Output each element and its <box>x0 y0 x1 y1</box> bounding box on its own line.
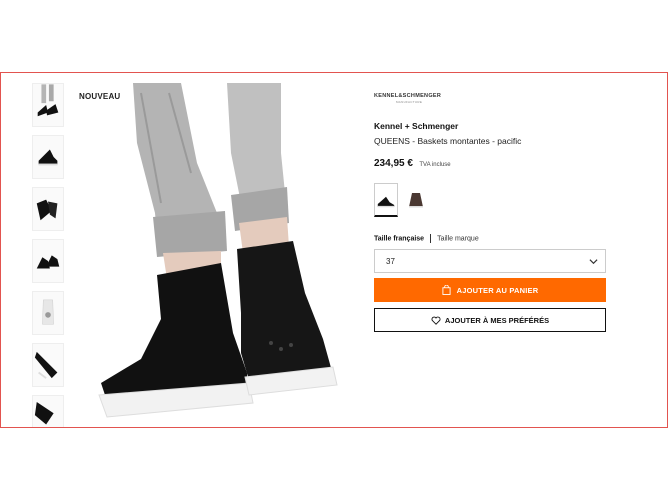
tab-taille-marque[interactable]: Taille marque <box>437 235 479 242</box>
product-title: QUEENS - Baskets montantes - pacific <box>374 136 522 146</box>
thumbnail-5[interactable] <box>32 291 64 335</box>
product-price: 234,95 € <box>374 158 413 169</box>
brand-name[interactable]: Kennel + Schmenger <box>374 121 458 131</box>
thumbnail-4[interactable] <box>32 239 64 283</box>
size-select[interactable]: 37 <box>374 249 606 273</box>
shopping-bag-icon <box>442 285 451 295</box>
product-main-image[interactable]: NOUVEAU <box>71 83 341 427</box>
color-swatch-black[interactable] <box>374 183 398 217</box>
tax-note: TVA incluse <box>419 162 451 168</box>
thumbnail-6[interactable] <box>32 343 64 387</box>
chevron-down-icon <box>589 259 598 265</box>
heart-icon <box>431 316 441 325</box>
add-to-cart-button[interactable]: AJOUTER AU PANIER <box>374 278 606 302</box>
add-to-cart-label: AJOUTER AU PANIER <box>456 285 539 295</box>
add-to-favorites-label: AJOUTER À MES PRÉFÉRÉS <box>444 315 550 325</box>
thumbnail-1[interactable] <box>32 83 64 127</box>
color-swatches <box>374 183 428 217</box>
new-badge: NOUVEAU <box>73 89 127 104</box>
add-to-favorites-button[interactable]: AJOUTER À MES PRÉFÉRÉS <box>374 308 606 332</box>
thumbnail-list <box>32 83 64 427</box>
thumbnail-3[interactable] <box>32 187 64 231</box>
brand-logo-subtext: MANUFACTURE <box>396 100 423 104</box>
color-swatch-brown[interactable] <box>404 183 428 217</box>
brand-logo-text: KENNEL&SCHMENGER <box>374 93 442 99</box>
tab-taille-francaise[interactable]: Taille française <box>374 235 424 242</box>
thumbnail-7[interactable] <box>32 395 64 427</box>
brand-logo[interactable]: KENNEL&SCHMENGER MANUFACTURE <box>374 93 441 104</box>
thumbnail-2[interactable] <box>32 135 64 179</box>
size-system-tabs: Taille française Taille marque <box>374 234 479 243</box>
product-page: NOUVEAU KENNEL&SCHMENGER MANUFACTURE Ken… <box>0 72 668 428</box>
tab-separator <box>430 234 432 243</box>
size-selected-value: 37 <box>386 257 395 266</box>
price-row: 234,95 € TVA incluse <box>374 153 451 171</box>
